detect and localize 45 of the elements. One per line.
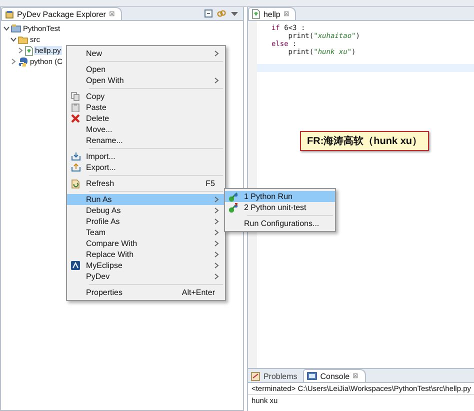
- menu-item[interactable]: Run Configurations...: [225, 218, 335, 229]
- import-icon: [70, 152, 80, 161]
- menu-item[interactable]: Profile As: [67, 216, 225, 227]
- myeclipse-icon: [71, 261, 80, 270]
- console-icon: [307, 372, 318, 380]
- problems-icon: [251, 372, 260, 380]
- menu-item[interactable]: New: [67, 48, 225, 59]
- menu-item[interactable]: Move...: [67, 124, 225, 135]
- menu-item[interactable]: Copy: [67, 91, 225, 102]
- menu-item[interactable]: Properties Alt+Enter: [67, 287, 225, 298]
- export-icon: [70, 163, 80, 172]
- menu-item[interactable]: Import...: [67, 151, 225, 162]
- view-menu-icon: [230, 9, 240, 18]
- collapse-all-icon: [204, 9, 214, 18]
- menu-item[interactable]: Open: [67, 64, 225, 75]
- menu-item[interactable]: Refresh F5: [67, 178, 225, 189]
- menu-item[interactable]: PyDev: [67, 271, 225, 282]
- clipboard-icon: [71, 103, 80, 112]
- menu-item[interactable]: Replace With: [67, 249, 225, 260]
- run-icon: [228, 192, 239, 202]
- link-icon: [217, 9, 226, 18]
- menu-item[interactable]: MyEclipse: [67, 260, 225, 271]
- refresh-icon: [71, 178, 80, 188]
- package-icon: [5, 10, 14, 18]
- menu-item[interactable]: Team: [67, 227, 225, 238]
- delete-icon: [71, 114, 80, 123]
- view-tab[interactable]: Problems: [248, 370, 304, 382]
- menu-item[interactable]: Delete: [67, 113, 225, 124]
- menu-item[interactable]: Debug As: [67, 205, 225, 216]
- project-icon: [11, 24, 21, 33]
- menu-item[interactable]: Open With: [67, 75, 225, 86]
- menu-item[interactable]: Paste: [67, 102, 225, 113]
- test-run-icon: [228, 202, 239, 212]
- python-file-icon: [25, 46, 33, 56]
- copy-icon: [71, 92, 80, 101]
- menu-item[interactable]: Compare With: [67, 238, 225, 249]
- note-label: FR:海涛高软（hunk xu）: [300, 131, 429, 151]
- menu-item[interactable]: Rename...: [67, 135, 225, 146]
- menu-item[interactable]: 2 Python unit-test: [225, 202, 335, 213]
- menu-item[interactable]: 1 Python Run: [225, 191, 335, 202]
- menu-item[interactable]: Export...: [67, 162, 225, 173]
- menu-item[interactable]: Run As: [67, 194, 225, 205]
- python-file-icon: [252, 9, 260, 19]
- folder-icon: [18, 35, 28, 44]
- python-icon: [18, 56, 28, 66]
